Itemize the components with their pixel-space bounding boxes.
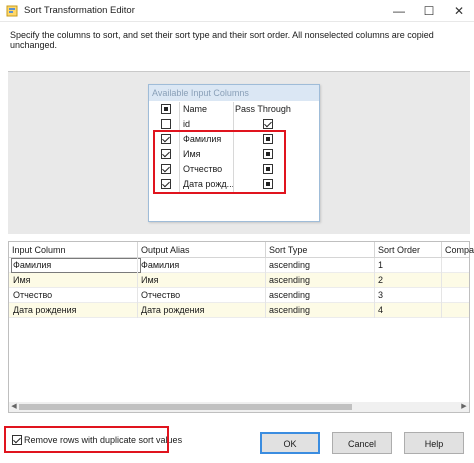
horizontal-scrollbar[interactable]: ◀ ▶ (9, 402, 469, 412)
sort-type-cell[interactable]: ascending (269, 290, 310, 300)
grid-header: Input Column Output Alias Sort Type Sort… (9, 242, 474, 258)
ok-button[interactable]: OK (260, 432, 320, 454)
pass-through-column-header: Pass Through (235, 104, 291, 114)
help-button[interactable]: Help (404, 432, 464, 454)
table-row[interactable]: Имя Имя ascending 2 (9, 273, 469, 288)
name-column-header: Name (183, 104, 208, 114)
input-column-cell[interactable]: Отчество (13, 290, 52, 300)
column-divider (265, 258, 266, 318)
table-row[interactable]: Фамилия Фамилия ascending 1 (9, 258, 469, 273)
header-divider (265, 242, 266, 258)
available-header-row: Name Pass Through (149, 102, 319, 117)
scrollbar-thumb[interactable] (19, 404, 352, 410)
row-select-checkbox[interactable] (161, 119, 171, 129)
cancel-button[interactable]: Cancel (332, 432, 392, 454)
instruction-text: Specify the columns to sort, and set the… (10, 30, 434, 50)
sort-order-cell[interactable]: 2 (378, 275, 383, 285)
minimize-button[interactable]: — (384, 0, 414, 22)
output-alias-cell[interactable]: Имя (141, 275, 159, 285)
sort-type-cell[interactable]: ascending (269, 305, 310, 315)
input-column-cell[interactable]: Имя (13, 275, 31, 285)
column-divider (137, 258, 138, 318)
table-row[interactable]: Отчество Отчество ascending 3 (9, 288, 469, 303)
close-button[interactable]: ✕ (444, 0, 474, 22)
input-column-cell[interactable]: Фамилия (13, 260, 51, 270)
header-comparison-flags[interactable]: Compa (445, 245, 474, 255)
remove-duplicates-highlight (4, 426, 169, 453)
table-row[interactable]: Дата рождения Дата рождения ascending 4 (9, 303, 469, 318)
sort-type-cell[interactable]: ascending (269, 260, 310, 270)
sort-order-cell[interactable]: 3 (378, 290, 383, 300)
output-alias-cell[interactable]: Отчество (141, 290, 180, 300)
scroll-left-icon[interactable]: ◀ (9, 402, 19, 412)
scroll-right-icon[interactable]: ▶ (459, 402, 469, 412)
select-all-checkbox[interactable] (161, 104, 171, 114)
output-alias-cell[interactable]: Дата рождения (141, 305, 205, 315)
title-bar: Sort Transformation Editor — ☐ ✕ (0, 0, 474, 22)
pass-through-checkbox[interactable] (263, 119, 273, 129)
header-output-alias[interactable]: Output Alias (141, 245, 190, 255)
header-divider (374, 242, 375, 258)
sort-order-cell[interactable]: 1 (378, 260, 383, 270)
header-input-column[interactable]: Input Column (12, 245, 66, 255)
sort-type-cell[interactable]: ascending (269, 275, 310, 285)
window-title: Sort Transformation Editor (24, 5, 135, 16)
header-sort-type[interactable]: Sort Type (269, 245, 307, 255)
selected-columns-highlight (153, 130, 286, 194)
column-name: id (183, 119, 191, 129)
column-divider (441, 258, 442, 318)
column-divider (374, 258, 375, 318)
header-sort-order[interactable]: Sort Order (378, 245, 420, 255)
available-columns-title: Available Input Columns (149, 85, 319, 101)
header-divider (441, 242, 442, 258)
input-column-cell[interactable]: Дата рождения (13, 305, 77, 315)
header-divider (137, 242, 138, 258)
output-alias-cell[interactable]: Фамилия (141, 260, 179, 270)
sort-order-cell[interactable]: 4 (378, 305, 383, 315)
sort-columns-grid: Input Column Output Alias Sort Type Sort… (8, 241, 474, 413)
maximize-button[interactable]: ☐ (414, 0, 444, 22)
app-icon (6, 5, 18, 17)
